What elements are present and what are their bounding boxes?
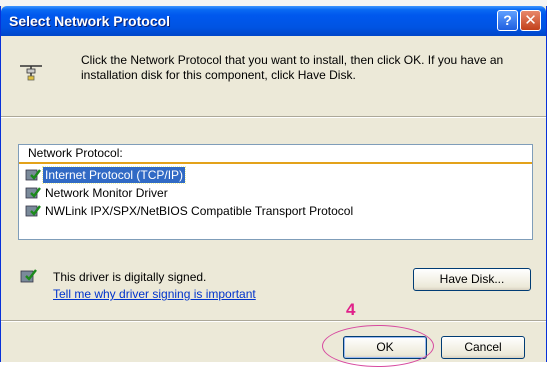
driver-signing-link[interactable]: Tell me why driver signing is important (53, 287, 256, 301)
close-button[interactable]: ✕ (520, 10, 541, 31)
protocol-list[interactable]: Network Protocol: Internet Protocol (TCP… (18, 144, 533, 240)
help-button[interactable]: ? (497, 10, 518, 31)
list-item-label: Internet Protocol (TCP/IP) (41, 166, 187, 184)
protocol-icon (25, 205, 41, 217)
list-item-label: Network Monitor Driver (45, 186, 168, 200)
window-title: Select Network Protocol (9, 13, 171, 29)
cancel-button[interactable]: Cancel (441, 336, 525, 359)
list-item-label: NWLink IPX/SPX/NetBIOS Compatible Transp… (45, 204, 354, 218)
list-item-tcpip[interactable]: Internet Protocol (TCP/IP) (25, 166, 187, 184)
signed-driver-icon (20, 269, 37, 283)
signed-status-text: This driver is digitally signed. (53, 270, 207, 284)
help-icon: ? (503, 12, 512, 28)
close-icon: ✕ (524, 12, 537, 29)
instructions-text: Click the Network Protocol that you want… (81, 53, 504, 82)
step-number-annotation: 4 (346, 300, 356, 319)
separator (1, 116, 546, 118)
list-item-network-monitor[interactable]: Network Monitor Driver (25, 185, 170, 201)
protocol-icon (25, 187, 41, 199)
protocol-icon (25, 169, 41, 181)
list-item-nwlink[interactable]: NWLink IPX/SPX/NetBIOS Compatible Transp… (25, 203, 355, 219)
network-protocol-icon (20, 65, 42, 81)
title-bar[interactable]: Select Network Protocol ? ✕ (1, 6, 546, 36)
have-disk-button[interactable]: Have Disk... (413, 268, 531, 291)
select-network-protocol-dialog: Select Network Protocol ? ✕ Click the Ne… (0, 6, 547, 367)
list-header: Network Protocol: (19, 145, 532, 164)
highlight-ellipse-annotation (322, 325, 434, 367)
separator (1, 320, 546, 322)
